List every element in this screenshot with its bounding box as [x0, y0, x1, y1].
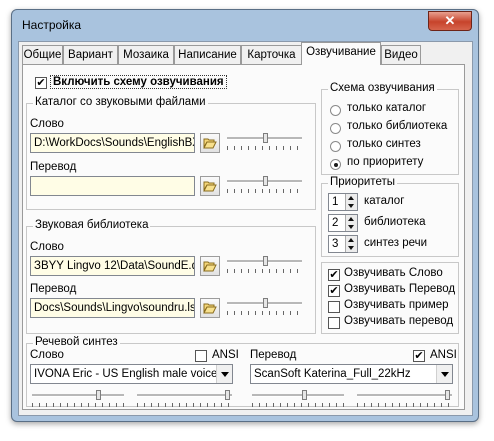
sound-library-title: Звуковая библиотека	[33, 219, 151, 231]
synth-word-ansi-label[interactable]: ANSI	[212, 349, 239, 361]
speech-synth-title: Речевой синтез	[33, 336, 120, 348]
client-area: Общие Вариант Мозаика Написание Карточка…	[18, 41, 473, 416]
tab-variant[interactable]: Вариант	[63, 45, 118, 64]
synth-word-voice-select[interactable]: IVONA Eric - US English male voice [22	[30, 364, 233, 384]
radio-synth-only-label[interactable]: только синтез	[347, 138, 421, 150]
synth-word-label: Слово	[30, 349, 64, 361]
radio-synth-only[interactable]	[330, 141, 341, 152]
tab-general[interactable]: Общие	[22, 45, 63, 64]
folder-open-icon	[203, 261, 217, 272]
scheme-title: Схема озвучивания	[328, 82, 437, 94]
priority-catalog-value: 1	[332, 196, 339, 208]
library-translation-field[interactable]: Docs\Sounds\Lingvo\soundru.lsa	[30, 298, 195, 318]
radio-by-priority[interactable]	[330, 159, 341, 170]
priorities-group: Приоритеты 1 каталог 2 библиотека 3 синт…	[321, 176, 459, 257]
chevron-down-icon	[216, 365, 232, 383]
priority-synth-spinner[interactable]: 3	[328, 235, 358, 253]
sound-catalog-group: Каталог со звуковыми файлами Слово D:\Wo…	[26, 96, 316, 210]
enable-scheme-checkbox[interactable]: ✔	[35, 77, 47, 89]
sound-library-group: Звуковая библиотека Слово ЗBYY Lingvo 12…	[26, 219, 316, 334]
voice-example-label[interactable]: Озвучивать пример	[344, 299, 449, 311]
voicing-options-group: ✔ Озвучивать Слово ✔ Озвучивать Перевод …	[321, 262, 459, 334]
synth-translation-volume-slider[interactable]	[357, 390, 452, 408]
tab-card[interactable]: Карточка	[241, 45, 302, 64]
voice-example-translation-label[interactable]: Озвучивать перевод	[344, 315, 453, 327]
synth-word-ansi-checkbox[interactable]	[195, 350, 207, 362]
catalog-word-field[interactable]: D:\WorkDocs\Sounds\EnglishBX	[30, 133, 195, 153]
synth-translation-label: Перевод	[250, 349, 297, 361]
chevron-down-icon	[436, 365, 452, 383]
priority-synth-label: синтез речи	[364, 237, 428, 249]
window-title: Настройка	[22, 18, 82, 32]
catalog-translation-label: Перевод	[30, 161, 77, 173]
radio-library-only-label[interactable]: только библиотека	[347, 120, 447, 132]
tab-writing[interactable]: Написание	[174, 45, 241, 64]
folder-open-icon	[203, 181, 217, 192]
priorities-title: Приоритеты	[328, 176, 397, 188]
library-word-label: Слово	[30, 241, 64, 253]
catalog-word-volume-slider[interactable]	[227, 133, 302, 151]
library-translation-volume-slider[interactable]	[227, 298, 302, 316]
voice-word-checkbox[interactable]: ✔	[328, 269, 340, 281]
radio-catalog-only[interactable]	[330, 105, 341, 116]
voice-example-translation-checkbox[interactable]	[328, 317, 340, 329]
catalog-translation-field[interactable]	[30, 176, 195, 196]
priority-library-label: библиотека	[364, 216, 426, 228]
tab-video[interactable]: Видео	[381, 45, 421, 64]
library-translation-label: Перевод	[30, 283, 77, 295]
catalog-translation-browse-button[interactable]	[200, 176, 220, 196]
speech-synth-group: Речевой синтез Слово ANSI IVONA Eric - U…	[26, 336, 459, 408]
radio-catalog-only-label[interactable]: только каталог	[347, 102, 426, 114]
sound-catalog-title: Каталог со звуковыми файлами	[33, 96, 208, 108]
library-translation-browse-button[interactable]	[200, 298, 220, 318]
voice-example-checkbox[interactable]	[328, 301, 340, 313]
priority-library-value: 2	[332, 217, 339, 229]
catalog-word-label: Слово	[30, 118, 64, 130]
close-button[interactable]: ✕	[428, 11, 472, 31]
radio-by-priority-label[interactable]: по приоритету	[347, 156, 423, 168]
scheme-group: Схема озвучивания только каталог только …	[321, 82, 459, 175]
priority-library-spinner[interactable]: 2	[328, 214, 358, 232]
tab-voicing[interactable]: Озвучивание	[301, 42, 381, 65]
folder-open-icon	[203, 138, 217, 149]
synth-word-volume-slider[interactable]	[137, 390, 232, 408]
priority-catalog-label: каталог	[364, 195, 405, 207]
voicing-page: ✔ Включить схему озвучивания Каталог со …	[22, 64, 465, 410]
tab-mosaic[interactable]: Мозаика	[118, 45, 174, 64]
radio-library-only[interactable]	[330, 123, 341, 134]
synth-translation-rate-slider[interactable]	[252, 390, 344, 408]
voice-translation-checkbox[interactable]: ✔	[328, 285, 340, 297]
folder-open-icon	[203, 303, 217, 314]
priority-catalog-spinner[interactable]: 1	[328, 193, 358, 211]
library-word-field[interactable]: ЗBYY Lingvo 12\Data\SoundE.dat	[30, 256, 195, 276]
synth-word-rate-slider[interactable]	[32, 390, 124, 408]
synth-translation-ansi-label[interactable]: ANSI	[430, 349, 457, 361]
catalog-word-browse-button[interactable]	[200, 133, 220, 153]
synth-translation-voice-value: ScanSoft Katerina_Full_22kHz	[254, 368, 411, 380]
voice-word-label[interactable]: Озвучивать Слово	[344, 267, 443, 279]
title-bar[interactable]: Настройка ✕	[12, 10, 478, 36]
library-word-browse-button[interactable]	[200, 256, 220, 276]
priority-synth-value: 3	[332, 238, 339, 250]
enable-scheme-label[interactable]: Включить схему озвучивания	[50, 75, 227, 89]
synth-translation-voice-select[interactable]: ScanSoft Katerina_Full_22kHz	[250, 364, 453, 384]
catalog-translation-volume-slider[interactable]	[227, 176, 302, 194]
synth-translation-ansi-checkbox[interactable]: ✔	[413, 350, 425, 362]
settings-window: Настройка ✕ Общие Вариант Мозаика Написа…	[11, 9, 479, 422]
library-word-volume-slider[interactable]	[227, 256, 302, 274]
synth-word-voice-value: IVONA Eric - US English male voice [22	[34, 368, 233, 380]
voice-translation-label[interactable]: Озвучивать Перевод	[344, 283, 455, 295]
